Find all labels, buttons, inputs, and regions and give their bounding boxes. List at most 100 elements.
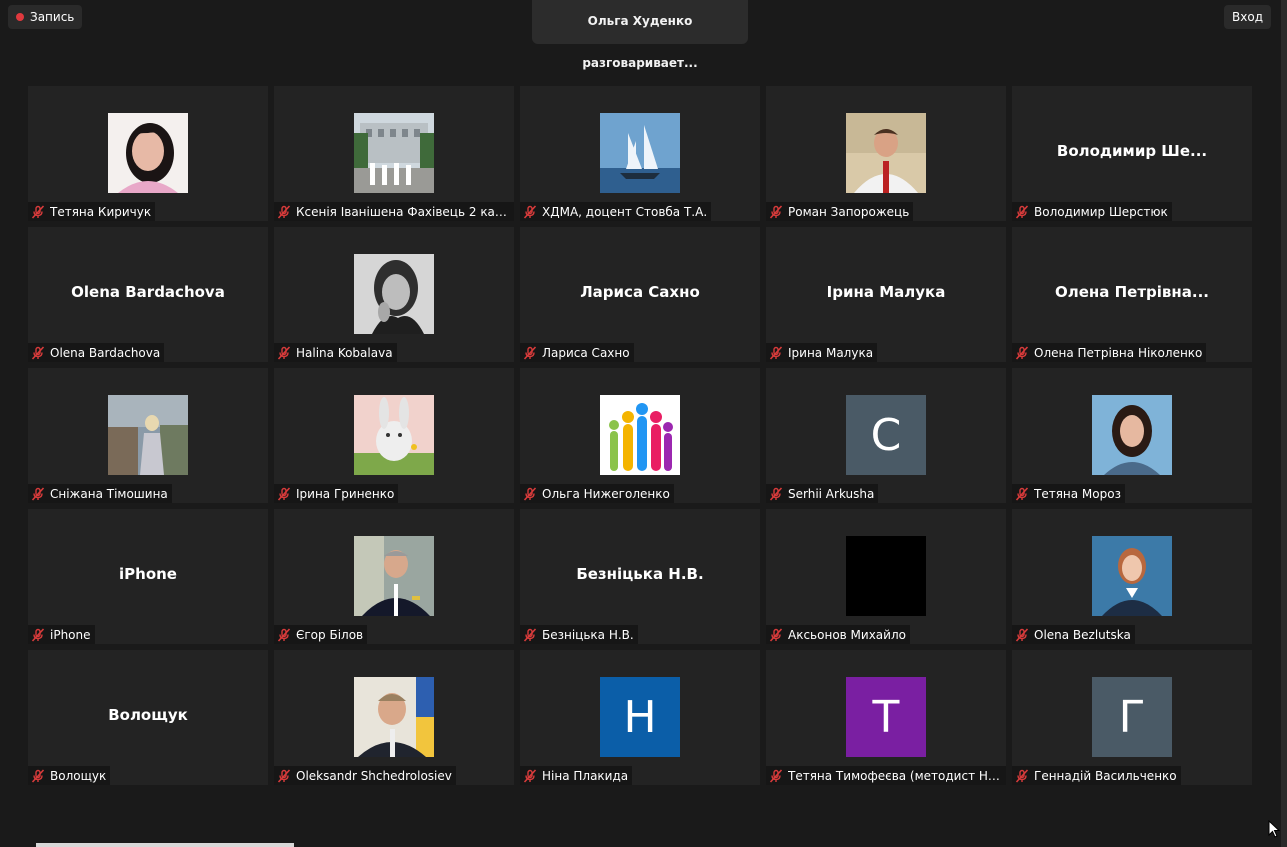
participant-name-label: Сніжана Тімошина: [28, 484, 172, 503]
participant-photo-avatar: [846, 113, 926, 193]
participant-initial-avatar: C: [846, 395, 926, 475]
participant-name: iPhone: [50, 627, 91, 642]
participant-photo-avatar: [600, 113, 680, 193]
muted-mic-icon: [277, 345, 291, 360]
participant-photo-avatar: [354, 677, 434, 757]
participant-display-name: Безніцька Н.В.: [576, 565, 704, 583]
participant-tile[interactable]: Тетяна Киричук: [28, 86, 268, 221]
participant-name-label: Oleksandr Shchedrolosiev: [274, 766, 456, 785]
participant-name-label: Halina Kobalava: [274, 343, 397, 362]
participant-tile[interactable]: Oleksandr Shchedrolosiev: [274, 650, 514, 785]
participant-name: Тетяна Киричук: [50, 204, 152, 219]
participant-name-label: Ксенія Іванішена Фахівець 2 кат. В...: [274, 202, 514, 221]
record-label: Запись: [30, 10, 75, 24]
muted-mic-icon: [277, 486, 291, 501]
participant-display-name: Волощук: [108, 706, 188, 724]
participant-photo-avatar: [354, 254, 434, 334]
record-dot-icon: [16, 13, 24, 21]
participant-name: Сніжана Тімошина: [50, 486, 168, 501]
participant-tile[interactable]: Olena Bardachova Olena Bardachova: [28, 227, 268, 362]
muted-mic-icon: [277, 204, 291, 219]
participant-name: Olena Bardachova: [50, 345, 161, 360]
participant-name: Володимир Шерстюк: [1034, 204, 1168, 219]
participant-name: Ксенія Іванішена Фахівець 2 кат. В...: [296, 204, 513, 219]
muted-mic-icon: [31, 204, 45, 219]
participant-name: Єгор Білов: [296, 627, 364, 642]
participant-grid: Тетяна Киричук Ксенія Іванішена Фахівець…: [28, 86, 1252, 785]
participant-display-name: Olena Bardachova: [71, 283, 225, 301]
muted-mic-icon: [277, 768, 291, 783]
muted-mic-icon: [1015, 627, 1029, 642]
participant-name-label: Геннадій Васильченко: [1012, 766, 1181, 785]
login-button[interactable]: Вход: [1224, 5, 1271, 29]
participant-tile[interactable]: Волощук Волощук: [28, 650, 268, 785]
participant-tile[interactable]: Olena Bezlutska: [1012, 509, 1252, 644]
muted-mic-icon: [523, 345, 537, 360]
participant-tile[interactable]: Halina Kobalava: [274, 227, 514, 362]
participant-name-label: Єгор Білов: [274, 625, 368, 644]
muted-mic-icon: [1015, 204, 1029, 219]
active-speaker-text: Ольга Худенко разговаривает...: [582, 14, 698, 70]
participant-name-label: iPhone: [28, 625, 95, 644]
participant-tile[interactable]: Безніцька Н.В. Безніцька Н.В.: [520, 509, 760, 644]
active-speaker-banner: Ольга Худенко разговаривает...: [532, 0, 748, 70]
participant-name: Аксьонов Михайло: [788, 627, 906, 642]
participant-display-name: Ірина Малука: [826, 283, 946, 301]
participant-tile[interactable]: Тетяна Мороз: [1012, 368, 1252, 503]
participant-tile[interactable]: Лариса Сахно Лариса Сахно: [520, 227, 760, 362]
participant-display-name: Лариса Сахно: [580, 283, 700, 301]
participant-name-label: Роман Запорожець: [766, 202, 914, 221]
vertical-scrollbar[interactable]: [1281, 0, 1287, 847]
participant-name-label: Ірина Малука: [766, 343, 878, 362]
participant-tile[interactable]: T Тетяна Тимофеєва (методист НМВ...: [766, 650, 1006, 785]
participant-name: Ірина Гриненко: [296, 486, 395, 501]
participant-name: Halina Kobalava: [296, 345, 393, 360]
record-indicator[interactable]: Запись: [8, 5, 83, 29]
participant-name: Ірина Малука: [788, 345, 874, 360]
participant-tile[interactable]: Ірина Гриненко: [274, 368, 514, 503]
participant-tile[interactable]: Ксенія Іванішена Фахівець 2 кат. В...: [274, 86, 514, 221]
participant-name-label: Тетяна Тимофеєва (методист НМВ...: [766, 766, 1006, 785]
participant-name: ХДМА, доцент Стовба Т.А.: [542, 204, 708, 219]
participant-tile[interactable]: Олена Петрівна... Олена Петрівна Ніколен…: [1012, 227, 1252, 362]
participant-tile[interactable]: C Serhii Arkusha: [766, 368, 1006, 503]
login-label: Вход: [1232, 10, 1263, 24]
participant-name: Лариса Сахно: [542, 345, 630, 360]
mouse-cursor-icon: [1268, 820, 1280, 838]
participant-tile[interactable]: Ольга Нижеголенко: [520, 368, 760, 503]
participant-tile[interactable]: Роман Запорожець: [766, 86, 1006, 221]
participant-name: Ніна Плакида: [542, 768, 629, 783]
participant-photo-avatar: [108, 113, 188, 193]
participant-tile[interactable]: Сніжана Тімошина: [28, 368, 268, 503]
participant-tile[interactable]: Ірина Малука Ірина Малука: [766, 227, 1006, 362]
muted-mic-icon: [31, 345, 45, 360]
participant-name-label: Лариса Сахно: [520, 343, 634, 362]
participant-tile[interactable]: H Ніна Плакида: [520, 650, 760, 785]
muted-mic-icon: [31, 627, 45, 642]
muted-mic-icon: [769, 627, 783, 642]
participant-name: Тетяна Мороз: [1034, 486, 1121, 501]
participant-name: Безніцька Н.В.: [542, 627, 634, 642]
participant-name: Serhii Arkusha: [788, 486, 875, 501]
participant-tile[interactable]: ХДМА, доцент Стовба Т.А.: [520, 86, 760, 221]
participant-tile[interactable]: iPhone iPhone: [28, 509, 268, 644]
participant-tile[interactable]: Аксьонов Михайло: [766, 509, 1006, 644]
muted-mic-icon: [523, 627, 537, 642]
participant-name-label: Ніна Плакида: [520, 766, 633, 785]
participant-name: Олена Петрівна Ніколенко: [1034, 345, 1203, 360]
horizontal-scrollbar[interactable]: [36, 843, 294, 847]
participant-photo-avatar: [108, 395, 188, 475]
participant-photo-avatar: [846, 536, 926, 616]
participant-name-label: Володимир Шерстюк: [1012, 202, 1172, 221]
participant-name-label: Волощук: [28, 766, 111, 785]
participant-tile[interactable]: Єгор Білов: [274, 509, 514, 644]
participant-photo-avatar: [354, 113, 434, 193]
participant-name: Роман Запорожець: [788, 204, 910, 219]
participant-name-label: Olena Bezlutska: [1012, 625, 1135, 644]
participant-photo-avatar: [354, 395, 434, 475]
participant-tile[interactable]: Г Геннадій Васильченко: [1012, 650, 1252, 785]
participant-name-label: Тетяна Киричук: [28, 202, 156, 221]
participant-tile[interactable]: Володимир Ше... Володимир Шерстюк: [1012, 86, 1252, 221]
participant-display-name: Олена Петрівна...: [1055, 283, 1209, 301]
muted-mic-icon: [277, 627, 291, 642]
